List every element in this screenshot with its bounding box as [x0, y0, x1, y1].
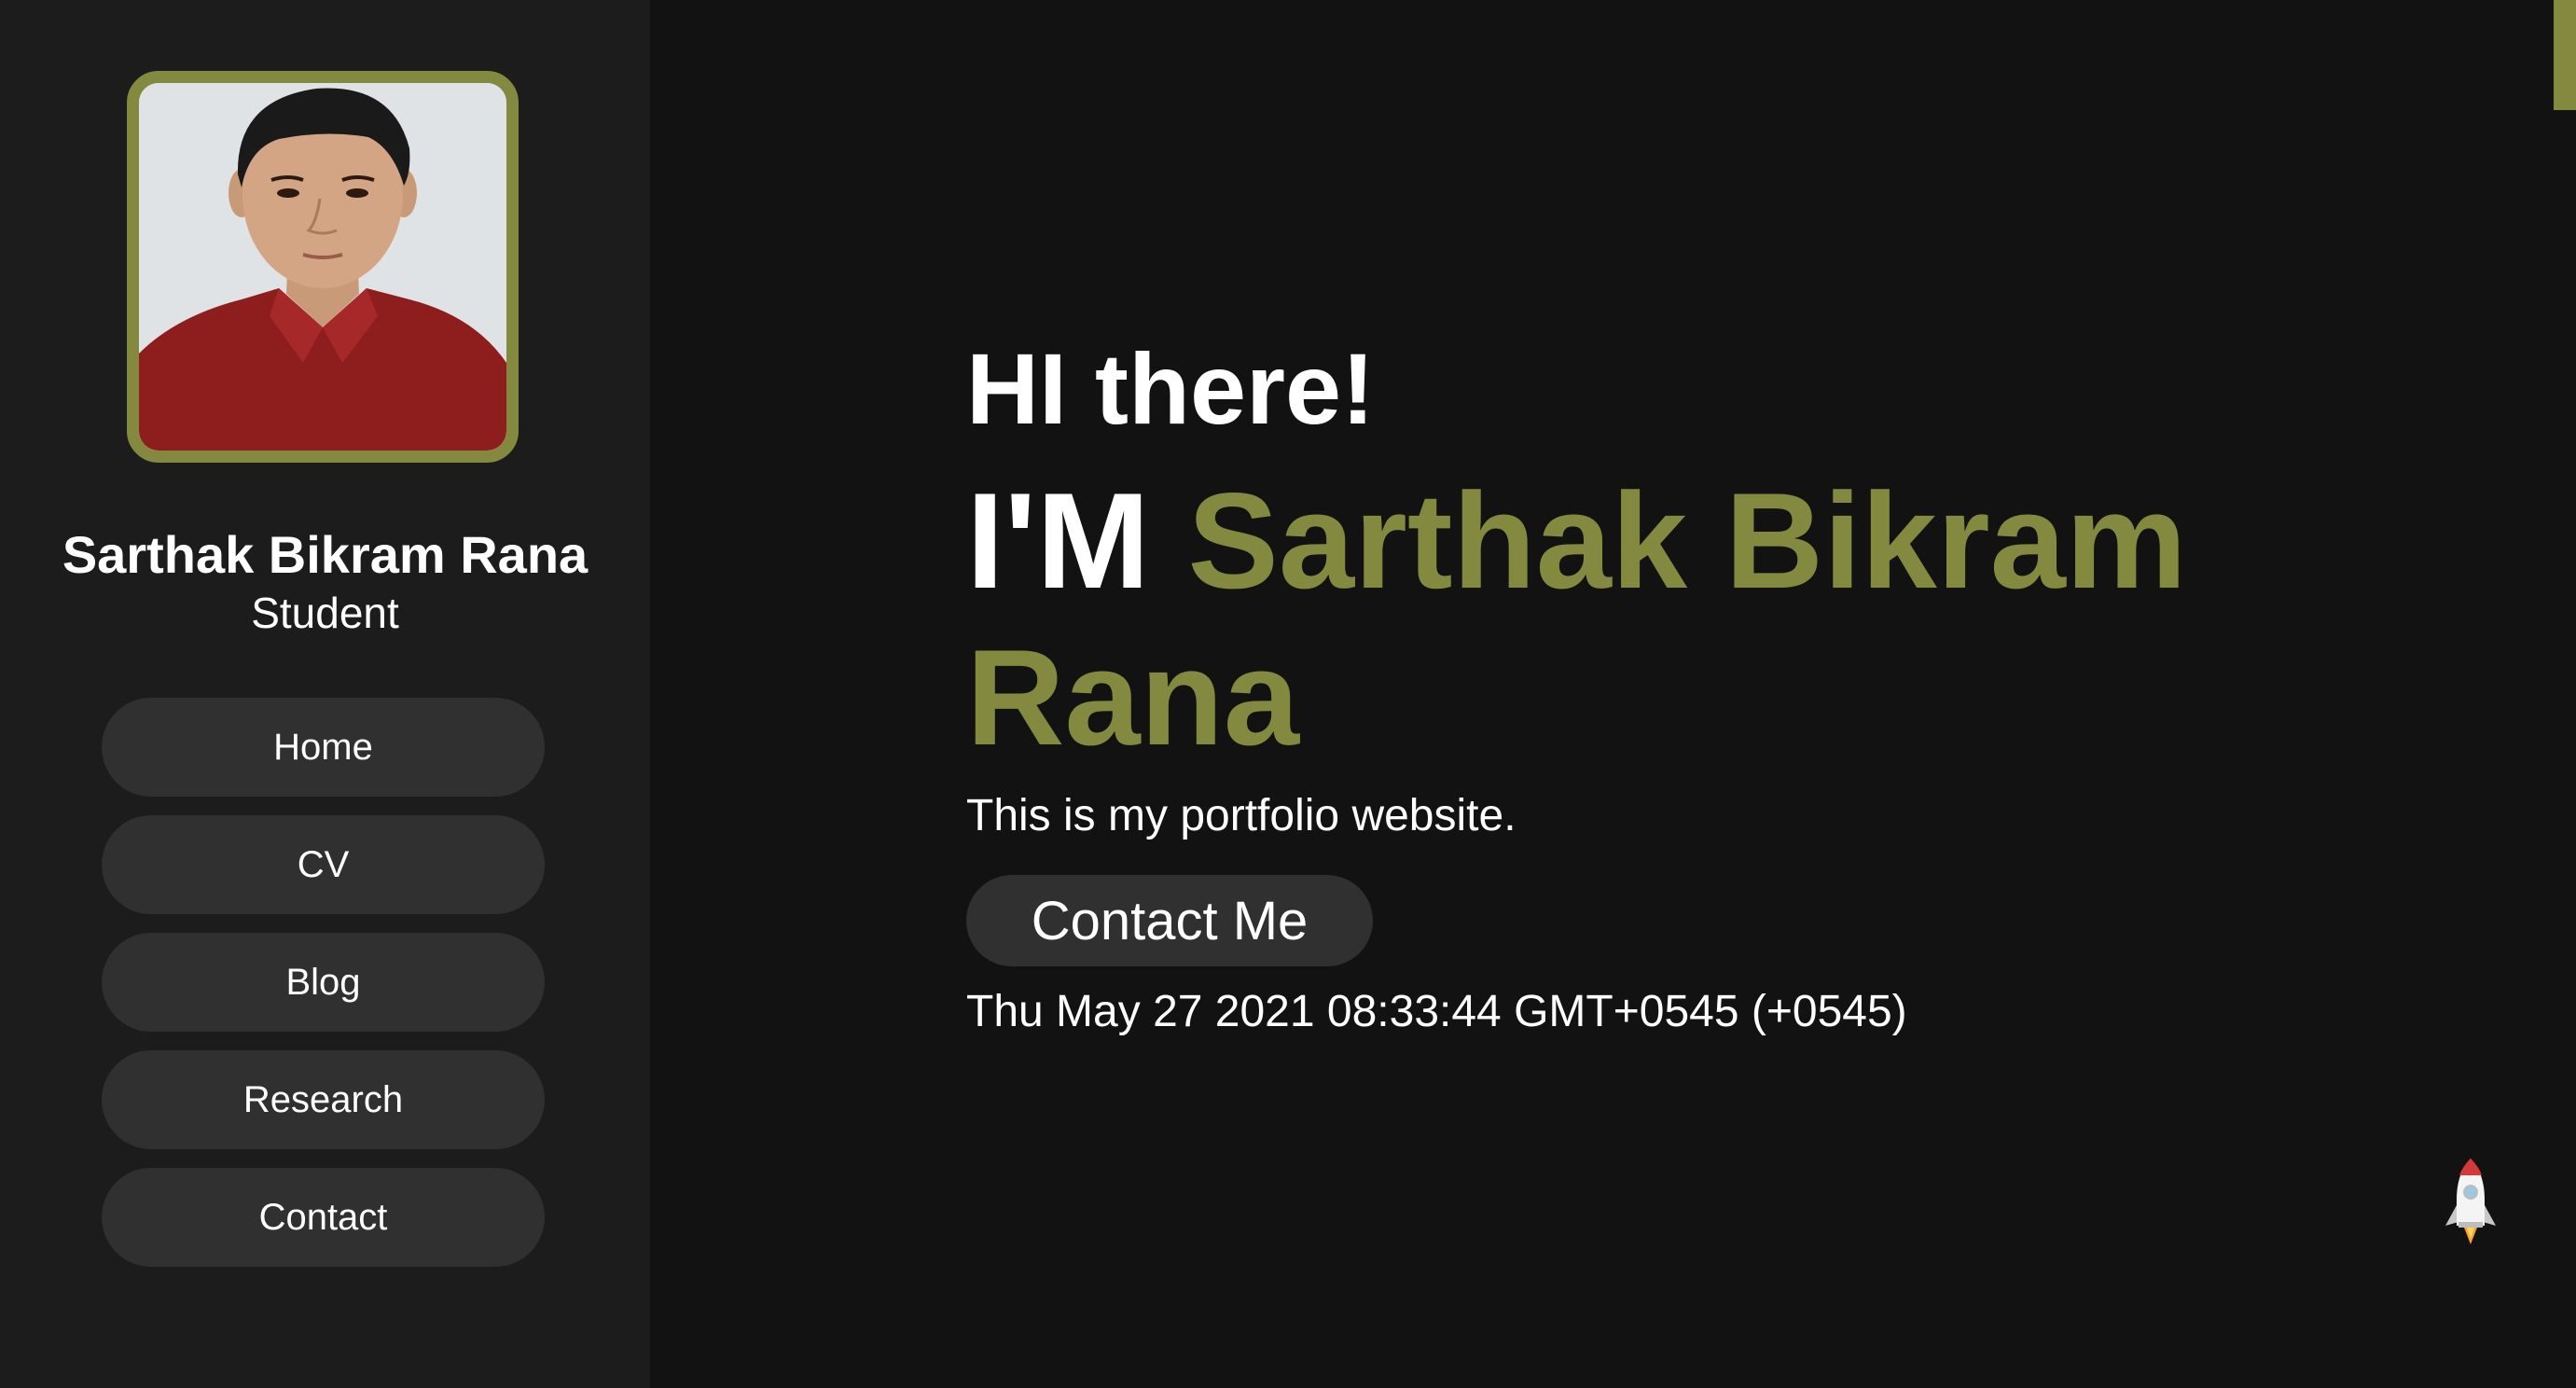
- avatar: [127, 71, 519, 463]
- hero-section: HI there! I'M Sarthak Bikram Rana This i…: [966, 328, 2365, 1043]
- nav-item-research[interactable]: Research: [102, 1050, 545, 1149]
- intro-prefix: I'M: [966, 465, 1150, 617]
- sidebar-nav: Home CV Blog Research Contact: [102, 698, 545, 1285]
- contact-me-button[interactable]: Contact Me: [966, 875, 1373, 966]
- intro-heading: I'M Sarthak Bikram Rana: [966, 463, 2291, 776]
- profile-name: Sarthak Bikram Rana: [62, 525, 589, 584]
- nav-item-cv[interactable]: CV: [102, 815, 545, 914]
- profile-photo: [139, 83, 506, 451]
- intro-name: Sarthak Bikram Rana: [966, 465, 2187, 773]
- page: Sarthak Bikram Rana Student Home CV Blog…: [0, 0, 2576, 1388]
- nav-item-home[interactable]: Home: [102, 698, 545, 797]
- current-datetime: Thu May 27 2021 08:33:44 GMT+0545 (+0545…: [966, 987, 1907, 1036]
- greeting-heading: HI there!: [966, 332, 1376, 445]
- rocket-icon[interactable]: [2442, 1157, 2500, 1246]
- sidebar: Sarthak Bikram Rana Student Home CV Blog…: [0, 0, 650, 1388]
- scrollbar-thumb[interactable]: [2554, 0, 2576, 110]
- profile-role: Student: [251, 589, 399, 637]
- tagline: This is my portfolio website.: [966, 791, 1517, 840]
- nav-item-blog[interactable]: Blog: [102, 933, 545, 1032]
- nav-item-contact[interactable]: Contact: [102, 1168, 545, 1267]
